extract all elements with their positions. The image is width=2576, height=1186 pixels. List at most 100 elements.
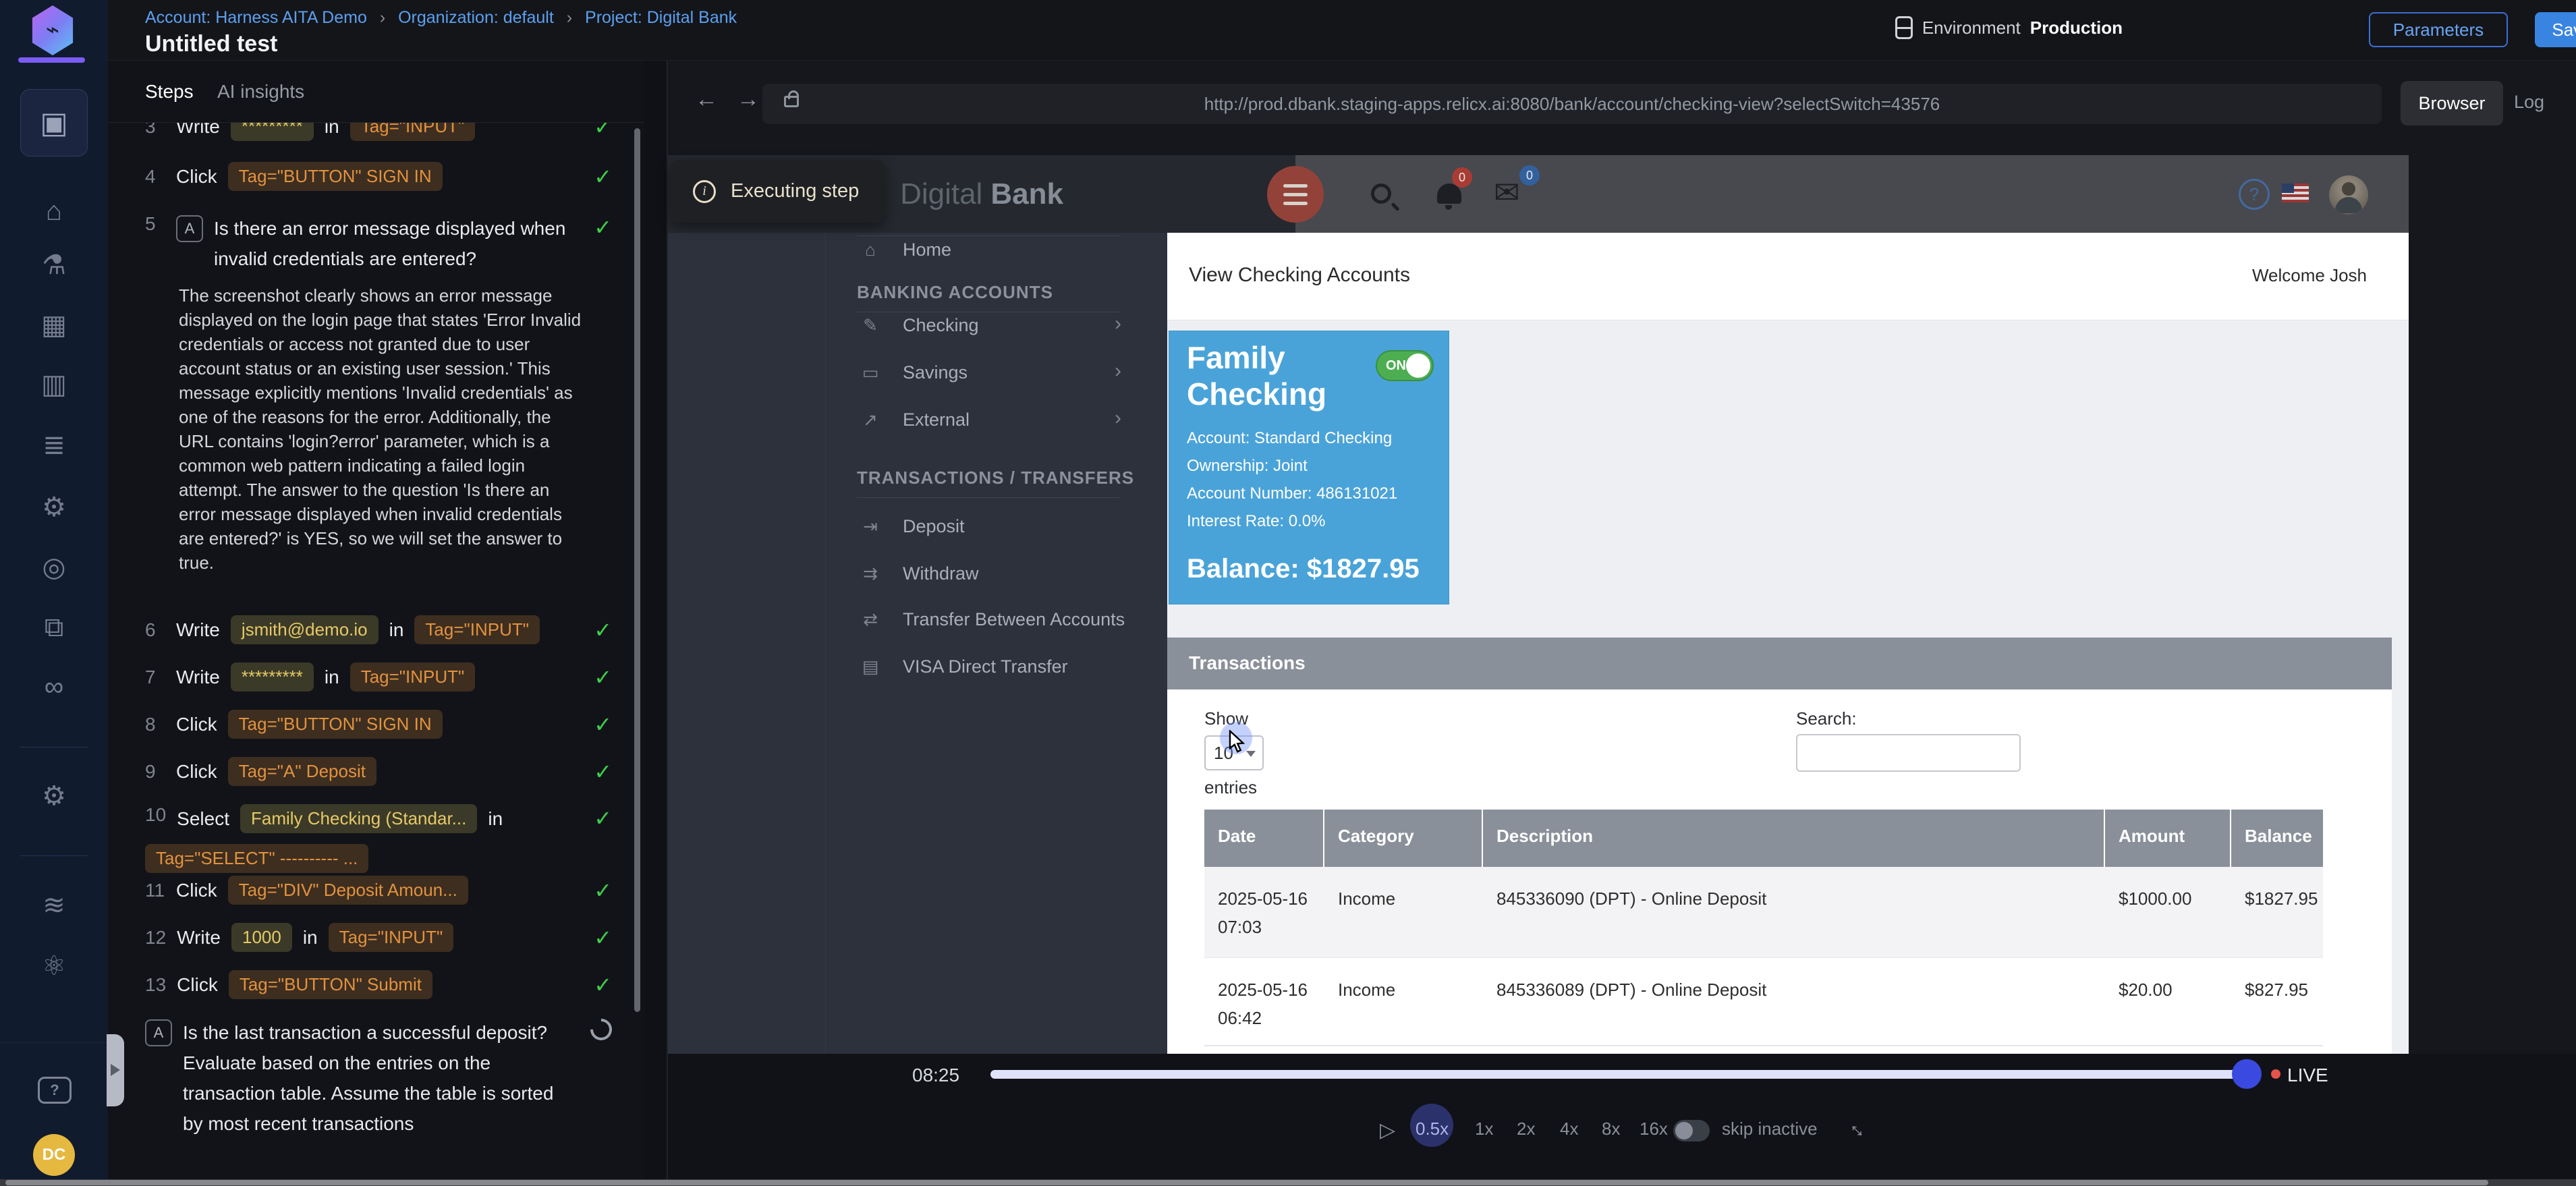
playback-thumb[interactable] — [2232, 1059, 2262, 1089]
step-target-chip[interactable]: Tag="INPUT" — [350, 662, 476, 691]
table-row[interactable]: 2025-05-16 06:42 Income 845336089 (DPT) … — [1204, 958, 2323, 1046]
sidebar-item-savings[interactable]: ▭ Savings — [857, 361, 968, 384]
speed-2x[interactable]: 2x — [1517, 1119, 1535, 1139]
save-button[interactable]: Save — [2535, 12, 2576, 47]
play-icon[interactable]: ▷ — [1380, 1119, 1395, 1142]
step-row-assertion[interactable]: A Is the last transaction a successful d… — [145, 1017, 617, 1139]
step-row-3[interactable]: 3 Write ********* in Tag="INPUT" ✓ — [145, 123, 617, 141]
step-row-7[interactable]: 7 Write ********* in Tag="INPUT" ✓ — [145, 662, 617, 691]
tab-log[interactable]: Log — [2514, 92, 2544, 113]
playback-progress-bar[interactable] — [990, 1070, 2242, 1079]
table-row[interactable]: 2025-05-16 07:03 Income 845336090 (DPT) … — [1204, 867, 2323, 958]
step-target-chip[interactable]: Tag="INPUT" — [350, 123, 476, 141]
settings-icon[interactable]: ⚙ — [0, 779, 108, 813]
modules-icon[interactable]: ▣ — [20, 89, 88, 157]
step-row-6[interactable]: 6 Write jsmith@demo.io in Tag="INPUT" ✓ — [145, 615, 617, 644]
skip-inactive-toggle[interactable] — [1673, 1120, 1710, 1141]
language-flag-icon[interactable] — [2282, 183, 2309, 202]
automation-icon[interactable]: ⚙ — [0, 490, 108, 524]
col-amount[interactable]: Amount — [2105, 810, 2231, 867]
step-value-chip[interactable]: ********* — [231, 123, 314, 141]
cell-amount: $1000.00 — [2105, 867, 2231, 957]
pipelines-icon[interactable]: ⧉ — [0, 611, 108, 644]
loop-icon[interactable]: ∞ — [0, 670, 108, 704]
agent-icon[interactable]: ◎ — [0, 550, 108, 584]
sidebar-item-withdraw[interactable]: ⇉ Withdraw — [857, 562, 979, 585]
step-row-9[interactable]: 9 Click Tag="A" Deposit ✓ — [145, 757, 617, 786]
search-input[interactable] — [1796, 734, 2021, 772]
help-icon[interactable]: ? — [2239, 179, 2270, 210]
step-value-chip[interactable]: ********* — [231, 662, 314, 691]
speed-4x[interactable]: 4x — [1560, 1119, 1578, 1139]
breadcrumb-account[interactable]: Account: Harness AITA Demo — [145, 8, 367, 27]
parameters-button[interactable]: Parameters — [2369, 12, 2508, 47]
table-row-partial — [1204, 1046, 2323, 1054]
col-balance[interactable]: Balance — [2231, 810, 2323, 867]
step-row-12[interactable]: 12 Write 1000 in Tag="INPUT" ✓ — [145, 923, 617, 952]
step-verb: Click — [176, 880, 217, 901]
sidebar-item-deposit[interactable]: ⇥ Deposit — [857, 515, 965, 538]
sidebar-item-checking[interactable]: ✎ Checking — [857, 314, 979, 337]
step-row-13[interactable]: 13 Click Tag="BUTTON" Submit ✓ — [145, 970, 617, 999]
step-connector: in — [389, 619, 404, 641]
step-target-chip[interactable]: Tag="INPUT" — [329, 923, 454, 952]
search-icon[interactable] — [1371, 183, 1391, 204]
step-value-chip[interactable]: Family Checking (Standar... — [240, 804, 477, 833]
speed-8x[interactable]: 8x — [1602, 1119, 1620, 1139]
step-target-chip[interactable]: Tag="A" Deposit — [228, 757, 376, 786]
speed-16x[interactable]: 16x — [1640, 1119, 1668, 1139]
step-row-5[interactable]: 5 A Is there an error message displayed … — [145, 213, 617, 274]
layers-icon[interactable]: ≋ — [0, 888, 108, 922]
board-icon[interactable]: ▥ — [0, 368, 108, 401]
panel-collapse-handle[interactable] — [107, 1034, 124, 1106]
steps-list[interactable]: 3 Write ********* in Tag="INPUT" ✓ 4 Cli… — [108, 123, 644, 1186]
messages-icon[interactable]: ✉ — [1494, 174, 1520, 210]
cell-description: 845336090 (DPT) - Online Deposit — [1483, 867, 2105, 957]
experiments-icon[interactable]: ⚗ — [0, 248, 108, 282]
col-category[interactable]: Category — [1324, 810, 1483, 867]
tab-ai-insights[interactable]: AI insights — [217, 81, 304, 103]
step-value-chip[interactable]: 1000 — [231, 923, 292, 952]
sidebar-item-home[interactable]: ⌂ Home — [857, 238, 951, 261]
speed-1x[interactable]: 1x — [1475, 1119, 1493, 1139]
back-icon[interactable]: ← — [695, 86, 718, 113]
step-row-8[interactable]: 8 Click Tag="BUTTON" SIGN IN ✓ — [145, 710, 617, 739]
step-target-chip[interactable]: Tag="DIV" Deposit Amoun... — [228, 876, 468, 905]
tab-browser[interactable]: Browser — [2401, 81, 2503, 125]
col-date[interactable]: Date — [1204, 810, 1324, 867]
sidebar-toggle-button[interactable] — [1267, 166, 1324, 223]
step-row-10[interactable]: 10 Select Family Checking (Standar... in… — [145, 804, 617, 873]
step-target-chip[interactable]: Tag="BUTTON" SIGN IN — [228, 710, 443, 739]
help-chat-icon[interactable]: ? — [38, 1077, 72, 1104]
grid-icon[interactable]: ▦ — [0, 308, 108, 342]
family-checking-card[interactable]: Family Checking ON Account: Standard Che… — [1169, 331, 1449, 604]
harness-logo[interactable]: ⌁ — [29, 5, 76, 55]
sidebar-item-visa-direct-transfer[interactable]: ▤ VISA Direct Transfer — [857, 655, 1068, 678]
user-avatar[interactable]: DC — [33, 1134, 75, 1176]
step-target-chip[interactable]: Tag="INPUT" — [414, 615, 540, 644]
breadcrumb-organization[interactable]: Organization: default — [398, 8, 554, 27]
step-value-chip[interactable]: jsmith@demo.io — [231, 615, 379, 644]
sidebar-item-external[interactable]: ↗ External — [857, 408, 970, 431]
fullscreen-icon[interactable]: ↔ — [1843, 1112, 1876, 1145]
forward-icon[interactable]: → — [737, 86, 760, 113]
account-on-toggle[interactable]: ON — [1376, 350, 1434, 381]
bank-user-avatar[interactable] — [2329, 175, 2368, 215]
speed-0.5x[interactable]: 0.5x — [1416, 1119, 1449, 1139]
url-bar[interactable]: http://prod.dbank.staging-apps.relicx.ai… — [762, 84, 2382, 124]
sidebar-item-label: Deposit — [903, 516, 965, 537]
step-target-chip[interactable]: Tag="BUTTON" SIGN IN — [228, 162, 443, 191]
list-icon[interactable]: ≣ — [0, 428, 108, 462]
step-target-chip[interactable]: Tag="SELECT" ---------- ... — [145, 844, 368, 873]
col-description[interactable]: Description — [1483, 810, 2105, 867]
org-settings-icon[interactable]: ⚛ — [0, 949, 108, 983]
step-row-11[interactable]: 11 Click Tag="DIV" Deposit Amoun... ✓ — [145, 876, 617, 905]
home-icon[interactable]: ⌂ — [0, 194, 108, 228]
step-row-4[interactable]: 4 Click Tag="BUTTON" SIGN IN ✓ — [145, 162, 617, 191]
sidebar-item-transfer-between-accounts[interactable]: ⇄ Transfer Between Accounts — [857, 608, 1125, 631]
step-target-chip[interactable]: Tag="BUTTON" Submit — [229, 970, 432, 999]
breadcrumb-project[interactable]: Project: Digital Bank — [585, 8, 737, 27]
entries-label: entries — [1204, 777, 1257, 798]
tab-steps[interactable]: Steps — [145, 81, 194, 103]
notifications-badge: 0 — [1452, 167, 1472, 188]
